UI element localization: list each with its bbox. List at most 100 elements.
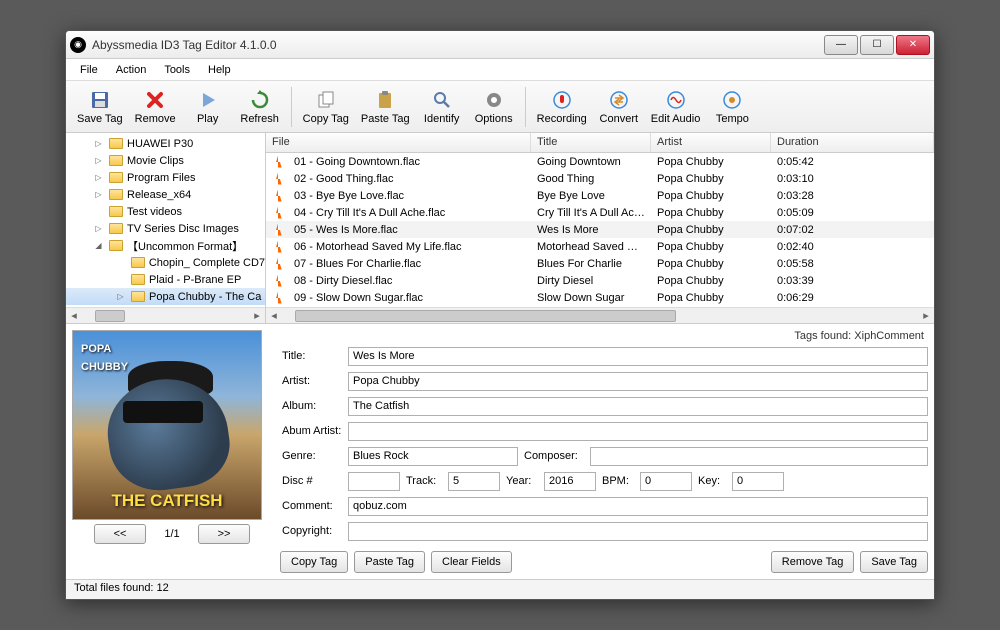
- convert-button[interactable]: Convert: [594, 84, 644, 130]
- album-field[interactable]: [348, 397, 928, 416]
- title-field[interactable]: [348, 347, 928, 366]
- app-window: ◉ Abyssmedia ID3 Tag Editor 4.1.0.0 — ☐ …: [65, 30, 935, 600]
- play-button[interactable]: Play: [183, 84, 233, 130]
- col-file[interactable]: File: [266, 133, 531, 152]
- copy-tag-button[interactable]: Copy Tag: [298, 84, 354, 130]
- expander-icon[interactable]: ▷: [116, 292, 125, 301]
- paste-tag-button[interactable]: Paste Tag: [354, 551, 425, 573]
- tree-item[interactable]: Plaid - P-Brane EP: [66, 271, 265, 288]
- folder-icon: [109, 155, 123, 166]
- expander-icon[interactable]: ▷: [94, 156, 103, 165]
- bpm-field[interactable]: [640, 472, 692, 491]
- menu-file[interactable]: File: [72, 62, 106, 78]
- close-button[interactable]: ✕: [896, 35, 930, 55]
- tree-item[interactable]: ▷Movie Clips: [66, 152, 265, 169]
- album-art[interactable]: POPACHUBBY THE CATFISH: [72, 330, 262, 520]
- expander-icon[interactable]: [94, 207, 103, 216]
- menu-help[interactable]: Help: [200, 62, 239, 78]
- minimize-button[interactable]: —: [824, 35, 858, 55]
- table-row[interactable]: 08 - Dirty Diesel.flacDirty DieselPopa C…: [266, 272, 934, 289]
- folder-icon: [109, 138, 123, 149]
- menu-action[interactable]: Action: [108, 62, 155, 78]
- remove-icon: [144, 89, 166, 111]
- tree-item[interactable]: ▷Release_x64: [66, 186, 265, 203]
- table-row[interactable]: 02 - Good Thing.flacGood ThingPopa Chubb…: [266, 170, 934, 187]
- wave-icon: [665, 89, 687, 111]
- cell-duration: 0:05:09: [771, 207, 934, 219]
- table-row[interactable]: 09 - Slow Down Sugar.flacSlow Down Sugar…: [266, 289, 934, 306]
- cell-duration: 0:03:10: [771, 173, 934, 185]
- window-title: Abyssmedia ID3 Tag Editor 4.1.0.0: [92, 38, 824, 52]
- paste-tag-button[interactable]: Paste Tag: [356, 84, 415, 130]
- refresh-icon: [249, 89, 271, 111]
- tag-form: Tags found: XiphComment Title: Artist: A…: [280, 330, 928, 573]
- scroll-right-icon[interactable]: ▸: [918, 309, 934, 323]
- table-row[interactable]: 04 - Cry Till It's A Dull Ache.flacCry T…: [266, 204, 934, 221]
- art-counter: 1/1: [152, 528, 192, 540]
- cell-duration: 0:02:40: [771, 241, 934, 253]
- tree-item[interactable]: ▷HUAWEI P30: [66, 135, 265, 152]
- file-list[interactable]: 01 - Going Downtown.flacGoing DowntownPo…: [266, 153, 934, 307]
- expander-icon[interactable]: ▷: [94, 190, 103, 199]
- expander-icon[interactable]: ▷: [94, 224, 103, 233]
- save-tag-form-button[interactable]: Save Tag: [860, 551, 928, 573]
- tree-item[interactable]: ◢【Uncommon Format】: [66, 237, 265, 254]
- copyright-field[interactable]: [348, 522, 928, 541]
- scroll-thumb[interactable]: [295, 310, 677, 322]
- folder-tree[interactable]: ▷HUAWEI P30▷Movie Clips▷Program Files▷Re…: [66, 133, 265, 307]
- tempo-icon: [721, 89, 743, 111]
- cell-file: 04 - Cry Till It's A Dull Ache.flac: [288, 207, 531, 219]
- save-tag-button[interactable]: Save Tag: [72, 84, 128, 130]
- file-list-pane: File Title Artist Duration 01 - Going Do…: [266, 133, 934, 323]
- recording-button[interactable]: Recording: [532, 84, 592, 130]
- expander-icon[interactable]: [116, 275, 125, 284]
- expander-icon[interactable]: [116, 258, 125, 267]
- maximize-button[interactable]: ☐: [860, 35, 894, 55]
- clear-fields-button[interactable]: Clear Fields: [431, 551, 512, 573]
- identify-button[interactable]: Identify: [417, 84, 467, 130]
- tree-h-scrollbar[interactable]: ◂ ▸: [66, 307, 265, 323]
- list-h-scrollbar[interactable]: ◂ ▸: [266, 307, 934, 323]
- tree-item[interactable]: Chopin_ Complete CD7: [66, 254, 265, 271]
- tree-item[interactable]: ▷Popa Chubby - The Ca: [66, 288, 265, 305]
- key-field[interactable]: [732, 472, 784, 491]
- copy-tag-button[interactable]: Copy Tag: [280, 551, 348, 573]
- col-title[interactable]: Title: [531, 133, 651, 152]
- tree-item[interactable]: Test videos: [66, 203, 265, 220]
- table-row[interactable]: 05 - Wes Is More.flacWes Is MorePopa Chu…: [266, 221, 934, 238]
- artist-field[interactable]: [348, 372, 928, 391]
- table-row[interactable]: 07 - Blues For Charlie.flacBlues For Cha…: [266, 255, 934, 272]
- col-duration[interactable]: Duration: [771, 133, 934, 152]
- tempo-button[interactable]: Tempo: [707, 84, 757, 130]
- track-field[interactable]: [448, 472, 500, 491]
- tree-item[interactable]: ▷Program Files: [66, 169, 265, 186]
- expander-icon[interactable]: ▷: [94, 173, 103, 182]
- table-row[interactable]: 03 - Bye Bye Love.flacBye Bye LovePopa C…: [266, 187, 934, 204]
- expander-icon[interactable]: ◢: [94, 241, 103, 250]
- genre-field[interactable]: [348, 447, 518, 466]
- art-next-button[interactable]: >>: [198, 524, 250, 544]
- label-track: Track:: [404, 475, 444, 487]
- scroll-left-icon[interactable]: ◂: [66, 309, 82, 323]
- folder-icon: [109, 172, 123, 183]
- composer-field[interactable]: [590, 447, 928, 466]
- refresh-button[interactable]: Refresh: [235, 84, 285, 130]
- art-prev-button[interactable]: <<: [94, 524, 146, 544]
- table-row[interactable]: 06 - Motorhead Saved My Life.flacMotorhe…: [266, 238, 934, 255]
- menu-tools[interactable]: Tools: [156, 62, 198, 78]
- table-row[interactable]: 01 - Going Downtown.flacGoing DowntownPo…: [266, 153, 934, 170]
- scroll-left-icon[interactable]: ◂: [266, 309, 282, 323]
- disc-field[interactable]: [348, 472, 400, 491]
- expander-icon[interactable]: ▷: [94, 139, 103, 148]
- remove-button[interactable]: Remove: [130, 84, 181, 130]
- col-artist[interactable]: Artist: [651, 133, 771, 152]
- comment-field[interactable]: [348, 497, 928, 516]
- remove-tag-button[interactable]: Remove Tag: [771, 551, 855, 573]
- scroll-thumb[interactable]: [95, 310, 125, 322]
- options-button[interactable]: Options: [469, 84, 519, 130]
- year-field[interactable]: [544, 472, 596, 491]
- scroll-right-icon[interactable]: ▸: [249, 309, 265, 323]
- tree-item[interactable]: ▷TV Series Disc Images: [66, 220, 265, 237]
- album-artist-field[interactable]: [348, 422, 928, 441]
- edit-audio-button[interactable]: Edit Audio: [646, 84, 706, 130]
